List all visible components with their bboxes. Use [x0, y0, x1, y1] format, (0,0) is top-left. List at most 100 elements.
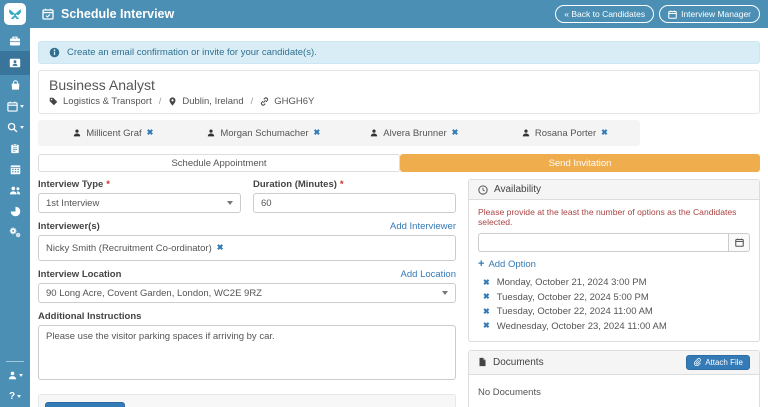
instructions-textarea[interactable]: Please use the visitor parking spaces if… — [38, 325, 456, 380]
sidebar-item-account-menu[interactable] — [0, 365, 30, 386]
availability-body: Please provide at the least the number o… — [469, 200, 759, 341]
help-icon: ? — [9, 391, 15, 402]
calendar-icon — [735, 238, 744, 247]
availability-options: ✖ Monday, October 21, 2024 3:00 PM ✖ Tue… — [478, 277, 750, 332]
interviewers-label-row: Interviewer(s) Add Interviewer — [38, 221, 456, 232]
sidebar-item-reports[interactable] — [0, 201, 30, 222]
calendar-icon — [7, 101, 18, 112]
remove-candidate-icon[interactable]: ✖ — [452, 129, 459, 137]
interview-type-group: Interview Type * 1st Interview — [38, 179, 241, 213]
location-label-row: Interview Location Add Location — [38, 269, 456, 280]
sidebar-item-candidates[interactable] — [0, 51, 30, 75]
meta-separator: / — [159, 96, 162, 107]
documents-body: No Documents — [469, 375, 759, 407]
option-text: Monday, October 21, 2024 3:00 PM — [497, 277, 647, 288]
candidate-list: Millicent Graf ✖ Morgan Schumacher ✖ Alv… — [38, 120, 640, 146]
clipboard-icon — [10, 143, 20, 154]
documents-title: Documents — [493, 357, 544, 368]
option-text: Tuesday, October 22, 2024 11:00 AM — [497, 306, 653, 317]
calendar-icon — [668, 10, 677, 19]
bag-icon — [10, 80, 21, 91]
availability-option: ✖ Wednesday, October 23, 2024 11:00 AM — [483, 321, 750, 332]
required-mark: * — [106, 179, 110, 190]
job-category: Logistics & Transport — [63, 96, 152, 107]
info-circle-icon — [49, 47, 60, 58]
map-pin-icon — [168, 97, 177, 106]
location-select[interactable]: 90 Long Acre, Covent Garden, London, WC2… — [38, 283, 456, 303]
tab-send-invitation[interactable]: Send Invitation — [400, 154, 760, 172]
job-card: Business Analyst Logistics & Transport /… — [38, 70, 760, 114]
sidebar-item-schedule[interactable] — [0, 159, 30, 180]
sidebar-item-contacts[interactable] — [0, 180, 30, 201]
chevron-down-icon — [227, 201, 233, 205]
user-icon — [8, 371, 17, 380]
chevron-down-icon — [20, 126, 24, 129]
tab-bar: Schedule Appointment Send Invitation — [38, 154, 760, 172]
sidebar-item-clients[interactable] — [0, 75, 30, 96]
option-text: Tuesday, October 22, 2024 5:00 PM — [497, 292, 649, 303]
app-logo[interactable] — [4, 3, 26, 25]
availability-panel: Availability Please provide at the least… — [468, 179, 760, 342]
butterfly-logo-icon — [7, 6, 23, 22]
interview-type-label: Interview Type — [38, 179, 103, 190]
sidebar-item-search-menu[interactable] — [0, 117, 30, 138]
add-option-link[interactable]: + Add Option — [478, 258, 750, 270]
availability-option: ✖ Tuesday, October 22, 2024 11:00 AM — [483, 306, 750, 317]
calendar-check-icon — [42, 8, 54, 20]
candidate-chip: Rosana Porter ✖ — [490, 128, 641, 139]
calendar-grid-icon — [10, 164, 21, 175]
cogs-icon — [9, 227, 21, 238]
sidebar-item-settings[interactable] — [0, 222, 30, 243]
briefcase-icon — [9, 35, 21, 47]
send-interview-button[interactable]: Send Interview — [45, 402, 125, 407]
attach-file-button[interactable]: Attach File — [686, 355, 750, 370]
option-text: Wednesday, October 23, 2024 11:00 AM — [497, 321, 667, 332]
sidebar-item-calendar-menu[interactable] — [0, 96, 30, 117]
sidebar-item-tasks[interactable] — [0, 138, 30, 159]
job-meta: Logistics & Transport / Dublin, Ireland … — [49, 96, 749, 107]
availability-title: Availability — [494, 184, 541, 195]
availability-date-input[interactable] — [478, 233, 728, 252]
clock-icon — [478, 185, 488, 195]
availability-date-group — [478, 233, 750, 252]
user-icon — [207, 129, 215, 137]
duration-input[interactable] — [253, 193, 456, 213]
interviewers-box[interactable]: Nicky Smith (Recruitment Co-ordinator) ✖ — [38, 235, 456, 261]
meta-separator: / — [251, 96, 254, 107]
remove-candidate-icon[interactable]: ✖ — [314, 129, 321, 137]
sidebar-item-jobs[interactable] — [0, 30, 30, 51]
plus-icon: + — [478, 258, 484, 270]
interview-type-select[interactable]: 1st Interview — [38, 193, 241, 213]
tab-schedule-appointment[interactable]: Schedule Appointment — [38, 154, 400, 172]
top-header: Schedule Interview « Back to Candidates … — [30, 0, 768, 28]
duration-label: Duration (Minutes) — [253, 179, 337, 190]
remove-candidate-icon[interactable]: ✖ — [147, 129, 154, 137]
remove-option-icon[interactable]: ✖ — [483, 322, 490, 330]
header-buttons: « Back to Candidates Interview Manager — [555, 5, 760, 23]
sidebar: ? — [0, 0, 30, 407]
sidebar-divider — [6, 361, 24, 362]
sidebar-item-help-menu[interactable]: ? — [0, 386, 30, 407]
remove-option-icon[interactable]: ✖ — [483, 308, 490, 316]
page-title-wrap: Schedule Interview — [42, 7, 174, 21]
info-banner: Create an email confirmation or invite f… — [38, 41, 760, 64]
add-location-link[interactable]: Add Location — [401, 269, 456, 280]
duration-group: Duration (Minutes) * — [253, 179, 456, 213]
datepicker-button[interactable] — [728, 233, 750, 252]
add-interviewer-link[interactable]: Add Interviewer — [390, 221, 456, 232]
availability-option: ✖ Monday, October 21, 2024 3:00 PM — [483, 277, 750, 288]
interview-manager-button[interactable]: Interview Manager — [659, 5, 760, 23]
right-column: Availability Please provide at the least… — [468, 179, 760, 407]
user-icon — [73, 129, 81, 137]
users-icon — [9, 185, 21, 196]
remove-option-icon[interactable]: ✖ — [483, 293, 490, 301]
availability-header: Availability — [469, 180, 759, 200]
remove-option-icon[interactable]: ✖ — [483, 279, 490, 287]
interviewer-name: Nicky Smith (Recruitment Co-ordinator) — [46, 243, 212, 254]
required-mark: * — [340, 179, 344, 190]
back-to-candidates-button[interactable]: « Back to Candidates — [555, 5, 654, 23]
tag-icon — [49, 97, 58, 106]
documents-header: Documents Attach File — [469, 351, 759, 375]
remove-interviewer-icon[interactable]: ✖ — [217, 244, 224, 252]
remove-candidate-icon[interactable]: ✖ — [601, 129, 608, 137]
